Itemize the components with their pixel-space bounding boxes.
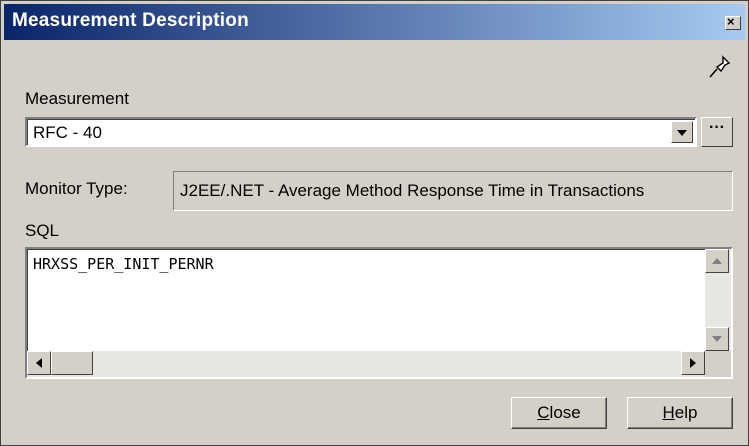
help-button-mnemonic: H <box>662 403 675 422</box>
close-button[interactable]: Close <box>511 397 607 429</box>
scroll-up-button[interactable] <box>705 249 729 273</box>
horizontal-scrollbar[interactable] <box>27 351 707 377</box>
arrow-left-icon <box>36 358 42 368</box>
scrollbar-corner <box>705 351 731 377</box>
close-icon: × <box>727 14 735 29</box>
pushpin-icon[interactable] <box>707 53 733 83</box>
help-button[interactable]: Help <box>627 397 733 429</box>
close-button-label-rest: lose <box>549 403 581 422</box>
sql-value: HRXSS_PER_INIT_PERNR <box>33 255 214 273</box>
arrow-up-icon <box>712 258 722 264</box>
measurement-browse-button[interactable]: ··· <box>701 117 733 147</box>
title-bar: Measurement Description × <box>4 4 745 40</box>
arrow-right-icon <box>690 358 696 368</box>
monitor-type-label: Monitor Type: <box>25 179 128 198</box>
arrow-down-icon <box>712 336 722 342</box>
help-button-label-rest: elp <box>674 403 698 422</box>
chevron-down-icon <box>677 130 687 136</box>
measurement-value: RFC - 40 <box>33 123 102 142</box>
measurement-dropdown-button[interactable] <box>671 121 693 143</box>
close-button-mnemonic: C <box>537 403 550 422</box>
sql-label: SQL <box>25 221 60 240</box>
measurement-description-dialog: Measurement Description × Measurement RF… <box>0 0 749 446</box>
close-window-button[interactable]: × <box>725 14 741 30</box>
vertical-scrollbar[interactable] <box>705 249 731 351</box>
scroll-down-button[interactable] <box>705 327 729 351</box>
window-title: Measurement Description <box>12 10 249 31</box>
monitor-type-field: J2EE/.NET - Average Method Response Time… <box>173 171 733 211</box>
monitor-type-value: J2EE/.NET - Average Method Response Time… <box>180 181 645 200</box>
scroll-left-button[interactable] <box>27 351 51 375</box>
sql-textarea[interactable]: HRXSS_PER_INIT_PERNR <box>25 247 733 379</box>
horizontal-scroll-thumb[interactable] <box>51 351 93 375</box>
measurement-label: Measurement <box>25 89 129 108</box>
scroll-right-button[interactable] <box>681 351 705 375</box>
measurement-combobox[interactable]: RFC - 40 <box>25 117 697 147</box>
